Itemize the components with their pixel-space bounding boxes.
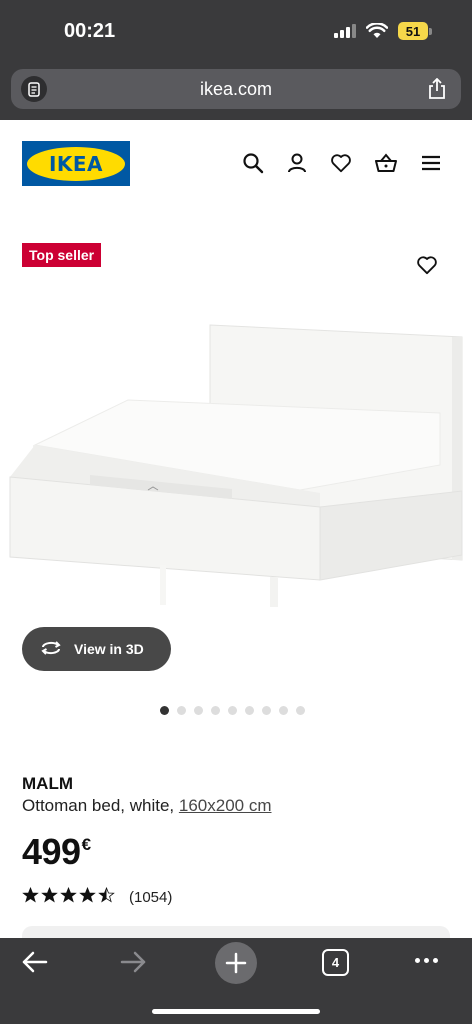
forward-arrow-icon[interactable] [120,950,148,979]
address-bar[interactable]: ikea.com [11,69,461,109]
search-icon[interactable] [242,152,264,174]
carousel-dot[interactable] [194,706,203,715]
rating-stars [22,886,115,908]
carousel-dot[interactable] [160,706,169,715]
price-amount: 499 [22,831,81,872]
price-currency: € [81,835,91,854]
menu-icon[interactable] [420,154,442,172]
back-arrow-icon[interactable] [20,950,48,979]
wifi-icon [366,23,388,39]
carousel-dot[interactable] [296,706,305,715]
product-size-link[interactable]: 160x200 cm [179,796,272,815]
product-description: Ottoman bed, white, 160x200 cm [22,796,272,816]
carousel-dot[interactable] [262,706,271,715]
star-icon [22,886,39,908]
battery-level: 51 [398,22,428,40]
browser-chrome-top: 00:21 51 ikea.com [0,0,472,120]
cellular-signal-icon [334,24,356,38]
status-time: 00:21 [64,20,116,42]
basket-icon[interactable] [374,152,398,174]
star-icon [60,886,77,908]
more-options-icon[interactable] [415,958,438,963]
product-name: MALM [22,774,73,793]
wishlist-heart-icon[interactable] [330,152,352,174]
top-seller-badge: Top seller [22,243,102,267]
product-description-text: Ottoman bed, white, [22,796,179,815]
user-icon[interactable] [286,152,308,174]
product-image[interactable] [0,315,472,615]
share-icon[interactable] [427,77,447,105]
header-actions [242,152,442,174]
star-icon [41,886,58,908]
battery-icon: 51 [398,22,432,40]
status-icons: 51 [334,22,432,40]
ikea-logo[interactable]: IKEA [22,141,130,186]
new-tab-plus-icon[interactable] [215,942,257,984]
star-icon [79,886,96,908]
carousel-dot[interactable] [211,706,220,715]
home-indicator[interactable] [152,1009,320,1014]
rotate-3d-icon [40,640,62,659]
favourite-heart-icon[interactable] [416,255,438,280]
product-price: 499€ [22,831,91,873]
logo-text: IKEA [48,151,104,176]
carousel-dot[interactable] [245,706,254,715]
carousel-dot[interactable] [279,706,288,715]
view-in-3d-label: View in 3D [74,641,144,657]
tabs-count-button[interactable]: 4 [322,949,349,976]
url-text[interactable]: ikea.com [11,79,461,100]
carousel-dot[interactable] [228,706,237,715]
view-in-3d-button[interactable]: View in 3D [22,627,171,671]
review-count[interactable]: (1054) [129,889,172,906]
carousel-dot[interactable] [177,706,186,715]
star-icon [98,886,115,908]
image-carousel-indicator[interactable] [160,706,305,715]
product-rating[interactable]: (1054) [22,886,172,908]
